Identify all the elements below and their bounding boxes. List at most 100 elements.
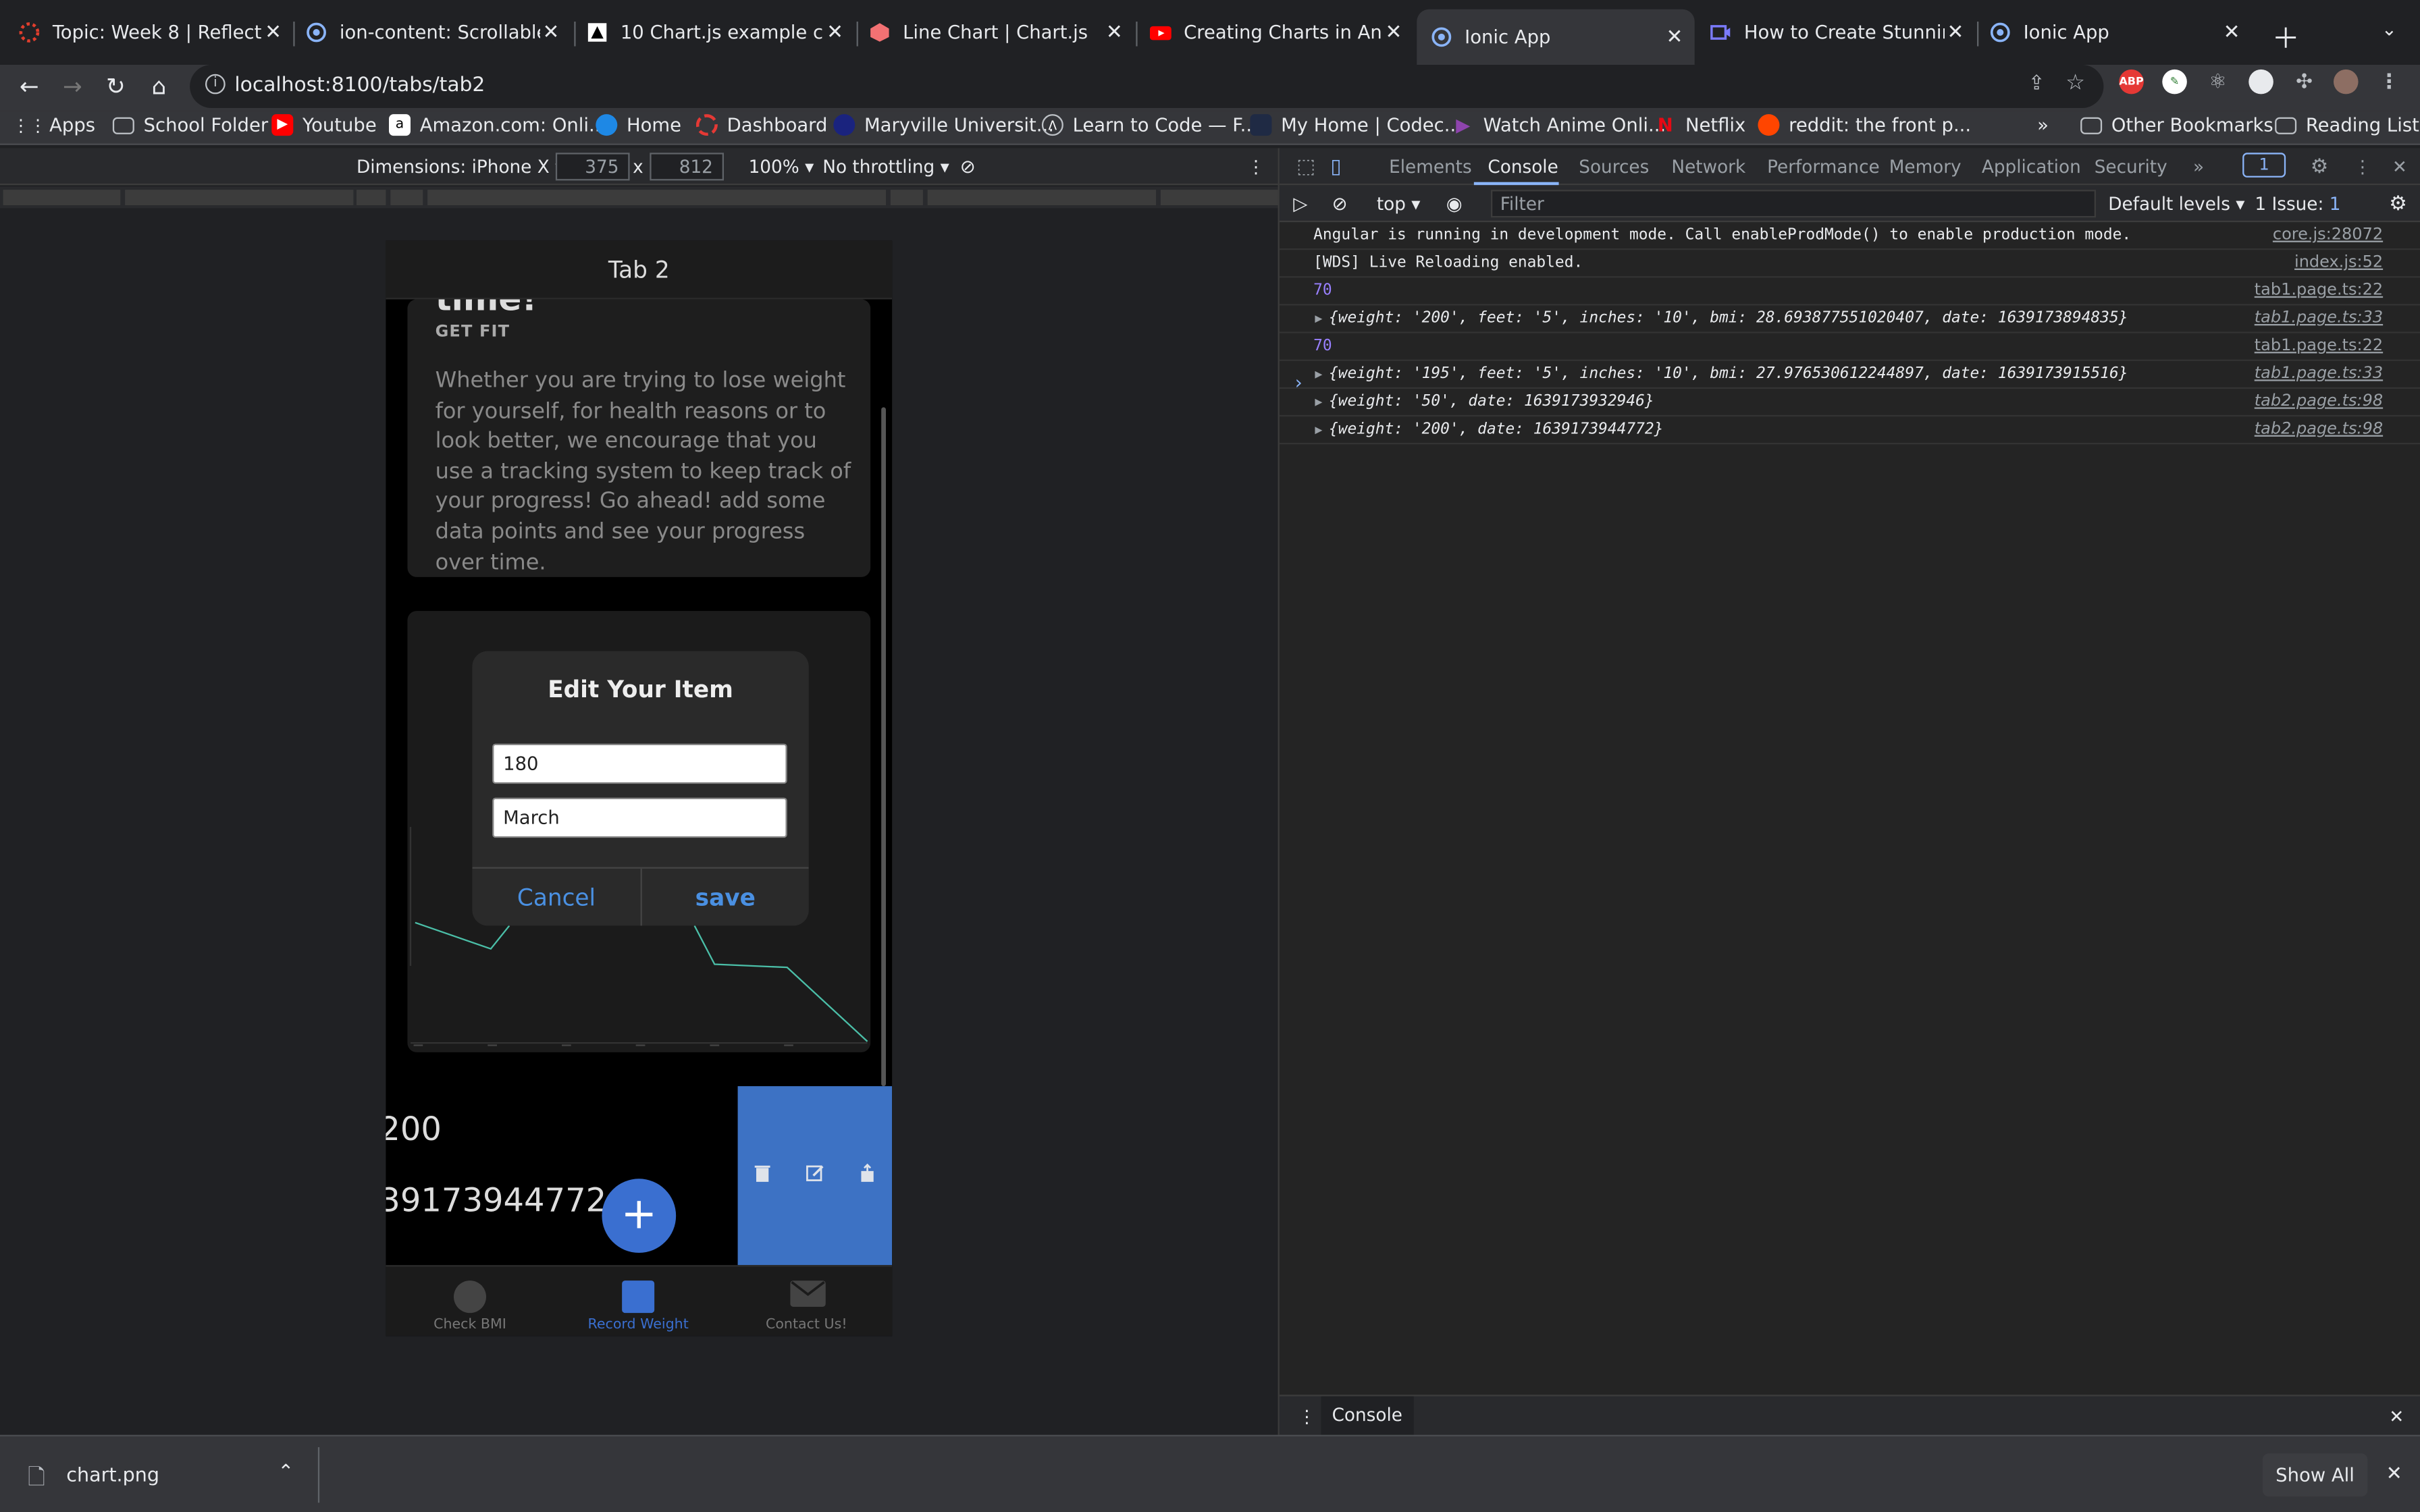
bookmark-item[interactable]: Maryville Universit... xyxy=(833,114,1054,136)
tab-contact-us[interactable]: Contact Us! xyxy=(722,1267,891,1336)
console-object[interactable]: ▶ {weight: '200', feet: '5', inches: '10… xyxy=(1279,306,2420,333)
extension-icon[interactable] xyxy=(2248,69,2273,94)
close-tab-icon[interactable]: ✕ xyxy=(2221,21,2242,44)
share-icon[interactable]: ⇪ xyxy=(2028,72,2045,95)
source-link[interactable]: tab2.page.ts:98 xyxy=(2255,389,2383,415)
rotate-icon[interactable]: ⊘ xyxy=(960,156,976,178)
scrollbar[interactable] xyxy=(881,407,886,1087)
weight-input[interactable]: 180 xyxy=(492,743,787,784)
react-devtools-icon[interactable]: ⚛ xyxy=(2205,70,2230,94)
new-tab-button[interactable]: ＋ xyxy=(2272,17,2300,57)
expand-triangle-icon[interactable]: ▶ xyxy=(1315,389,1322,415)
date-input[interactable]: March xyxy=(492,797,787,838)
console-prompt-icon[interactable]: › xyxy=(1295,372,1303,394)
extensions-puzzle-icon[interactable]: ✣ xyxy=(2292,70,2317,94)
console-object[interactable]: ▶ {weight: '50', date: 1639173932946} ta… xyxy=(1279,389,2420,417)
log-levels-select[interactable]: Default levels ▾ xyxy=(2108,193,2244,215)
bookmark-item[interactable]: Dashboard xyxy=(695,114,827,136)
site-info-icon[interactable]: i xyxy=(205,74,226,94)
close-tab-icon[interactable]: ✕ xyxy=(1664,26,1685,49)
close-tab-icon[interactable]: ✕ xyxy=(1103,21,1125,44)
console-settings-gear-icon[interactable]: ⚙ xyxy=(2389,193,2407,216)
close-devtools-icon[interactable]: ✕ xyxy=(2392,156,2407,178)
tab-check-bmi[interactable]: Check BMI xyxy=(386,1267,554,1336)
expand-triangle-icon[interactable]: ▶ xyxy=(1315,306,1322,332)
zoom-select[interactable]: 100% ▾ xyxy=(749,156,814,178)
back-arrow-icon[interactable]: ← xyxy=(12,70,46,103)
bookmark-item[interactable]: ▶ Youtube xyxy=(271,114,377,136)
device-toggle-icon[interactable]: ▯ xyxy=(1330,156,1341,179)
settings-gear-icon[interactable]: ⚙ xyxy=(2311,156,2329,179)
device-dimensions-select[interactable]: Dimensions: iPhone X ▾ xyxy=(357,156,564,178)
trash-icon[interactable] xyxy=(752,1163,773,1185)
close-drawer-icon[interactable]: ✕ xyxy=(2389,1405,2404,1427)
close-tab-icon[interactable]: ✕ xyxy=(540,21,562,44)
cancel-button[interactable]: Cancel xyxy=(472,869,640,926)
inspect-element-icon[interactable]: ⬚ xyxy=(1296,156,1315,179)
bookmark-apps[interactable]: ⋮⋮ Apps xyxy=(12,114,95,136)
drawer-tab-console[interactable]: Console xyxy=(1321,1396,1413,1435)
tab-record-weight[interactable]: Record Weight xyxy=(554,1267,722,1336)
console-filter-input[interactable]: Filter xyxy=(1491,190,2097,218)
tab-search-chevron-icon[interactable]: ⌄ xyxy=(2382,18,2397,40)
expand-triangle-icon[interactable]: ▶ xyxy=(1315,361,1322,387)
bookmark-item[interactable]: Home xyxy=(596,114,681,136)
download-options-chevron-icon[interactable]: ⌃ xyxy=(278,1459,294,1482)
source-link[interactable]: index.js:52 xyxy=(2294,250,2383,276)
add-fab-button[interactable]: + xyxy=(602,1179,677,1253)
reload-icon[interactable]: ↻ xyxy=(99,70,132,103)
reading-list[interactable]: Reading List xyxy=(2275,114,2419,136)
devtools-tab-console[interactable]: Console xyxy=(1488,156,1558,178)
browser-tab[interactable]: Topic: Week 8 | Reflection ✕ xyxy=(18,12,284,52)
bookmark-item[interactable]: a Amazon.com: Onli... xyxy=(389,114,606,136)
throttling-select[interactable]: No throttling ▾ xyxy=(822,156,949,178)
browser-tab[interactable]: ion-content: Scrollable Co ✕ xyxy=(306,12,562,52)
devtools-tab-memory[interactable]: Memory xyxy=(1889,156,1962,178)
edit-icon[interactable] xyxy=(804,1163,826,1185)
download-file-name[interactable]: chart.png xyxy=(66,1463,159,1486)
share-icon[interactable] xyxy=(857,1163,878,1185)
console-object[interactable]: ▶ {weight: '200', date: 1639173944772} t… xyxy=(1279,416,2420,445)
devtools-tab-elements[interactable]: Elements xyxy=(1389,156,1472,178)
browser-tab[interactable]: Ionic App ✕ xyxy=(1989,12,2242,52)
bookmark-star-icon[interactable]: ☆ xyxy=(2066,71,2085,96)
bookmark-item[interactable]: reddit: the front p... xyxy=(1758,114,1971,136)
source-link[interactable]: tab1.page.ts:33 xyxy=(2255,306,2383,332)
source-link[interactable]: tab1.page.ts:33 xyxy=(2255,361,2383,387)
clear-console-icon[interactable]: ⊘ xyxy=(1332,193,1348,215)
drawer-menu-icon[interactable]: ⋮ xyxy=(1298,1405,1315,1427)
console-object[interactable]: ▶ {weight: '195', feet: '5', inches: '10… xyxy=(1279,361,2420,389)
forward-arrow-icon[interactable]: → xyxy=(55,70,89,103)
close-tab-icon[interactable]: ✕ xyxy=(824,21,846,44)
live-expression-eye-icon[interactable]: ◉ xyxy=(1446,193,1463,215)
issues-count-button[interactable]: 1 Issue: 1 xyxy=(2255,193,2340,215)
bookmark-item[interactable]: Λ Learn to Code — F... xyxy=(1041,114,1258,136)
bookmark-item[interactable]: My Home | Codec... xyxy=(1250,114,1462,136)
devtools-tab-security[interactable]: Security xyxy=(2095,156,2167,178)
source-link[interactable]: tab2.page.ts:98 xyxy=(2255,416,2383,443)
more-bookmarks-chevron[interactable]: » xyxy=(2037,114,2049,136)
devtools-menu-icon[interactable]: ⋮ xyxy=(2354,156,2371,178)
save-button[interactable]: save xyxy=(640,868,809,926)
browser-tab[interactable]: 10 Chart.js example chart ✕ xyxy=(587,12,846,52)
bookmark-other[interactable]: Other Bookmarks xyxy=(2080,114,2273,136)
device-width-input[interactable]: 375 xyxy=(555,153,630,181)
devtools-tab-application[interactable]: Application xyxy=(1982,156,2081,178)
close-tab-icon[interactable]: ✕ xyxy=(1383,21,1404,44)
sidebar-toggle-icon[interactable]: ▷ xyxy=(1293,193,1307,215)
source-link[interactable]: tab1.page.ts:22 xyxy=(2255,277,2383,304)
browser-tab[interactable]: How to Create Stunning C ✕ xyxy=(1710,12,1966,52)
devtools-tab-performance[interactable]: Performance xyxy=(1767,156,1880,178)
bookmark-folder[interactable]: School Folder xyxy=(112,114,268,136)
browser-tab[interactable]: Line Chart | Chart.js ✕ xyxy=(869,12,1125,52)
close-tab-icon[interactable]: ✕ xyxy=(263,21,284,44)
address-bar[interactable]: i localhost:8100/tabs/tab2 ⇪ ☆ xyxy=(190,65,2104,108)
devtools-tab-sources[interactable]: Sources xyxy=(1579,156,1649,178)
device-options-icon[interactable]: ⋮ xyxy=(1247,156,1265,178)
device-height-input[interactable]: 812 xyxy=(650,153,724,181)
source-link[interactable]: core.js:28072 xyxy=(2273,222,2383,248)
context-select[interactable]: top ▾ xyxy=(1377,193,1421,215)
devtools-tab-network[interactable]: Network xyxy=(1671,156,1745,178)
extension-icon[interactable]: ✎ xyxy=(2162,69,2187,94)
profile-avatar[interactable] xyxy=(2334,69,2359,94)
